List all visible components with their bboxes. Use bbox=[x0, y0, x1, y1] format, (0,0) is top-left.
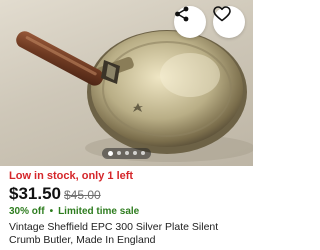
gallery-dot[interactable] bbox=[133, 151, 137, 155]
promo-row: 30% off • Limited time sale bbox=[9, 206, 139, 217]
share-button[interactable] bbox=[174, 6, 206, 38]
gallery-dot[interactable] bbox=[117, 151, 121, 155]
gallery-dot[interactable] bbox=[108, 150, 113, 156]
stock-status: Low in stock, only 1 left bbox=[9, 170, 134, 182]
separator: • bbox=[49, 206, 54, 217]
price-row: $31.50 $45.00 bbox=[9, 184, 101, 204]
product-image[interactable] bbox=[0, 0, 253, 166]
favorite-button[interactable] bbox=[213, 6, 245, 38]
share-icon bbox=[175, 6, 189, 22]
current-price: $31.50 bbox=[9, 184, 61, 203]
gallery-dot[interactable] bbox=[141, 151, 145, 155]
heart-icon bbox=[213, 6, 231, 22]
gallery-dot[interactable] bbox=[125, 151, 129, 155]
listing-title[interactable]: Vintage Sheffield EPC 300 Silver Plate S… bbox=[9, 221, 247, 247]
discount-label: 30% off bbox=[9, 206, 45, 217]
original-price: $45.00 bbox=[64, 188, 101, 202]
gallery-indicator bbox=[0, 147, 253, 159]
promo-label: Limited time sale bbox=[58, 206, 140, 217]
